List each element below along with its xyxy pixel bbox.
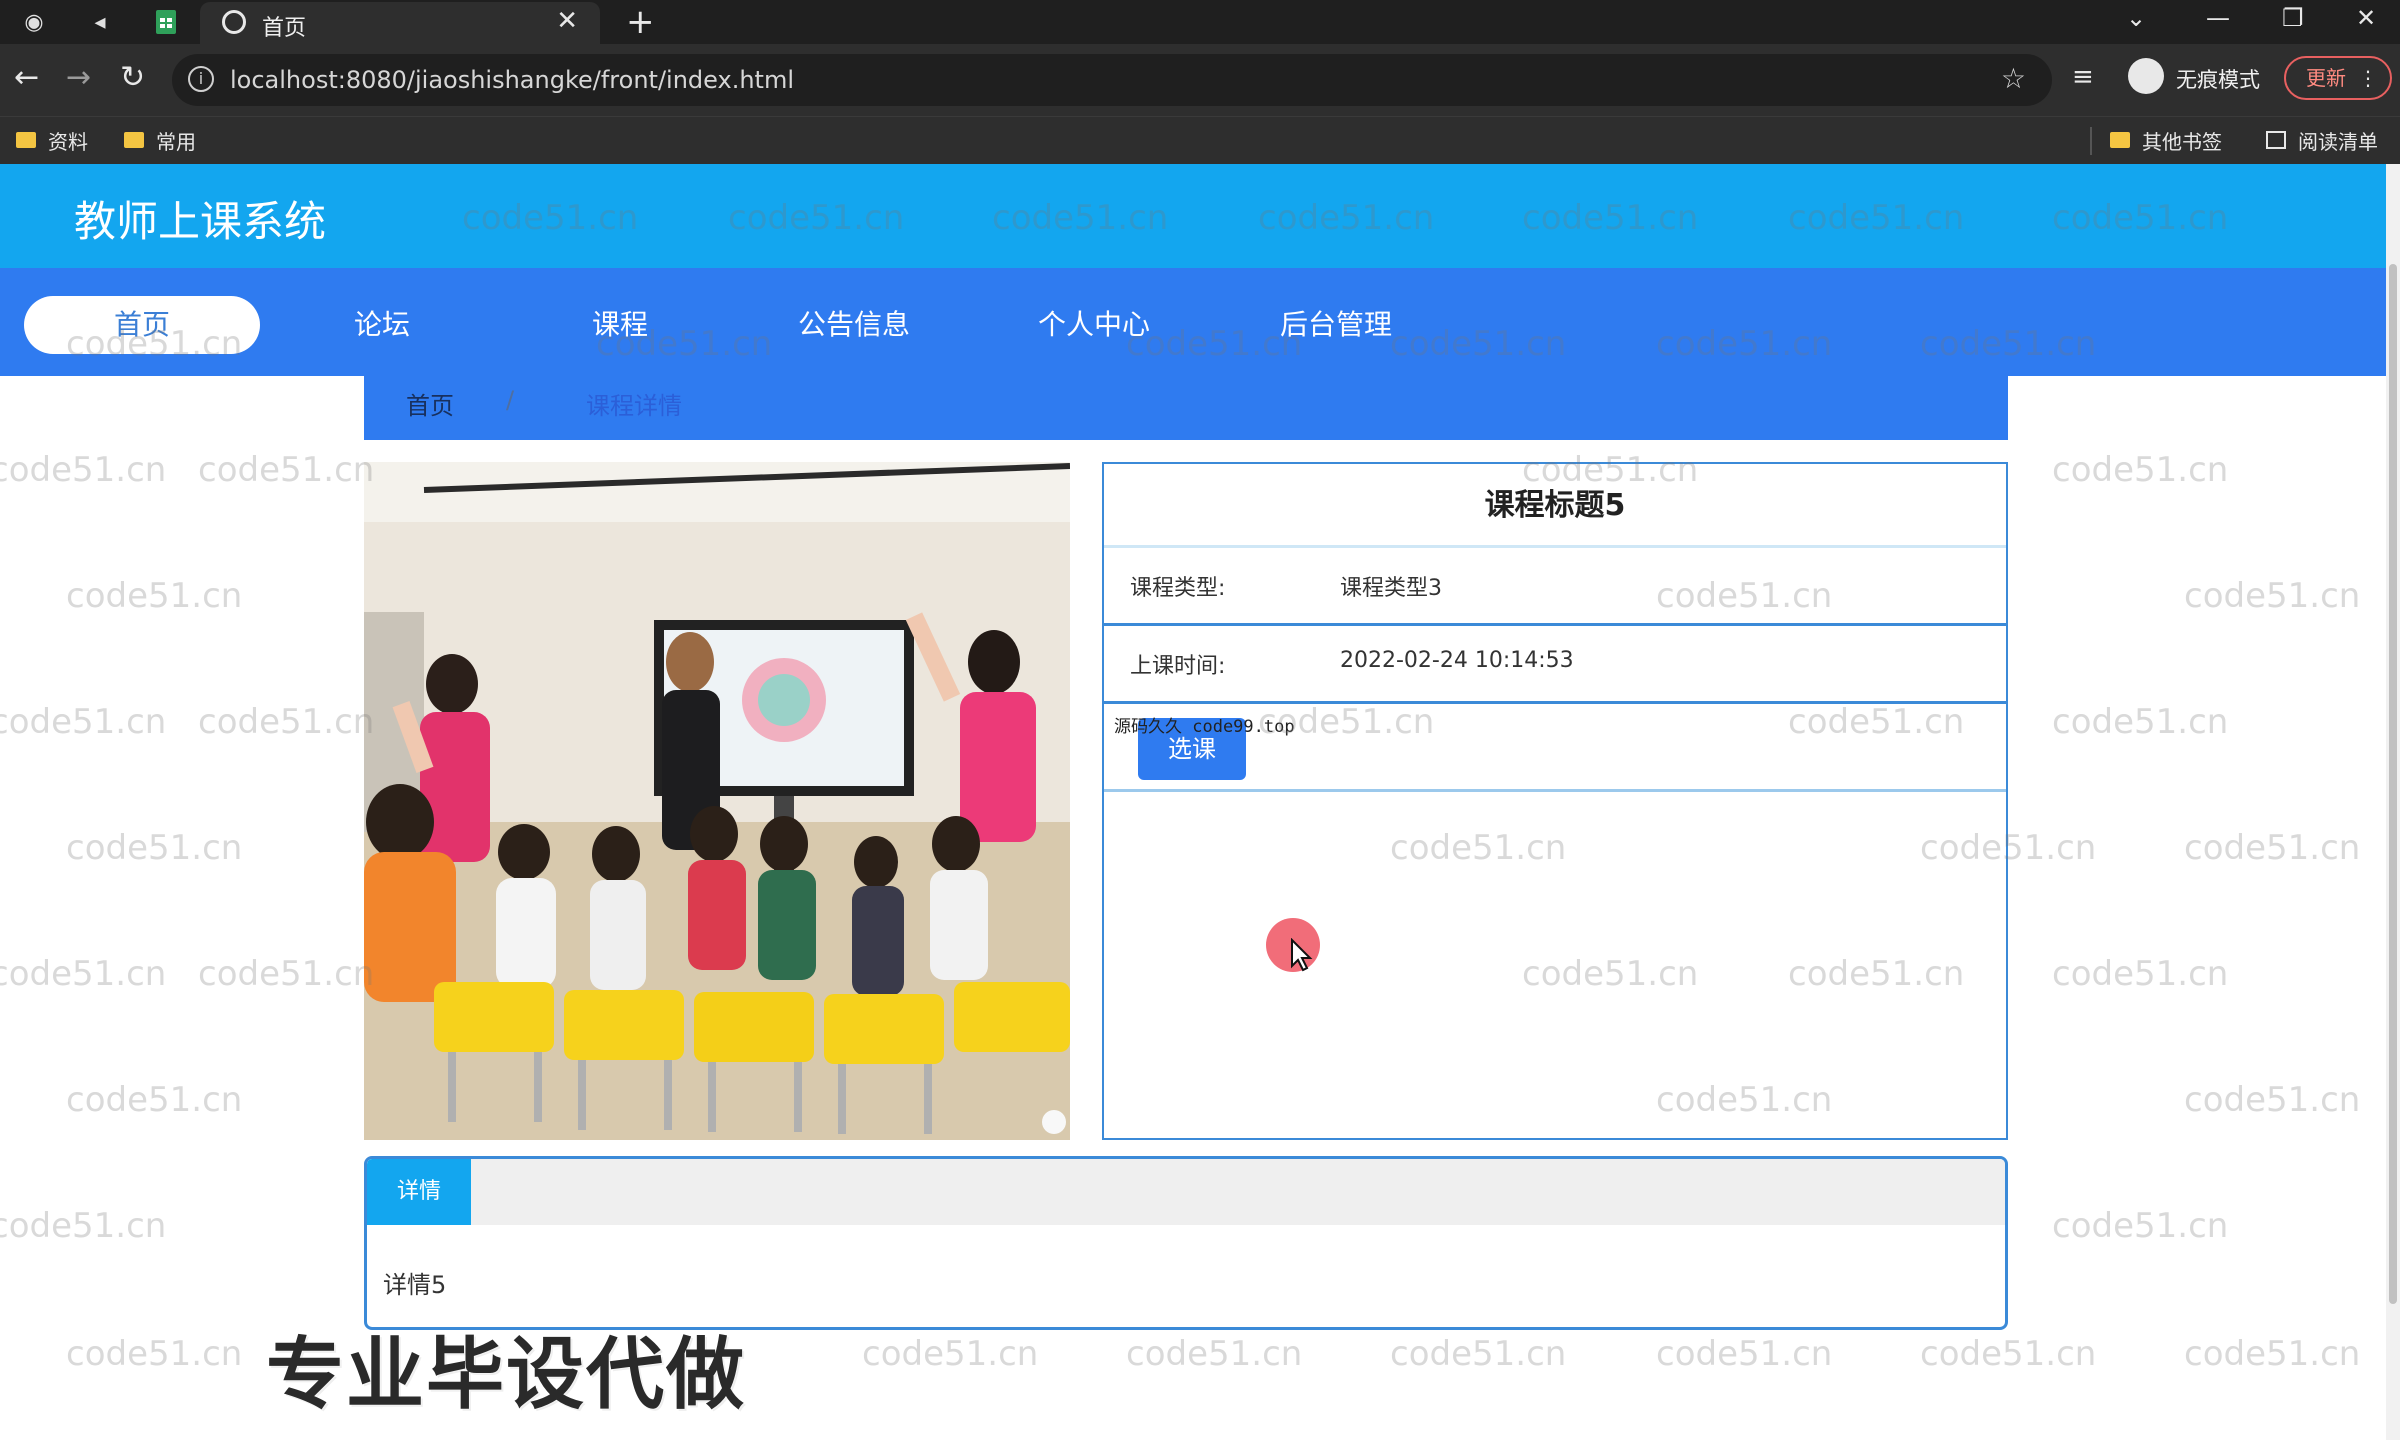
bookmarks-divider	[2090, 127, 2092, 155]
folder-icon	[124, 132, 144, 148]
watermark: code51.cn	[2184, 828, 2361, 868]
watermark: code51.cn	[0, 954, 167, 994]
course-image	[364, 462, 1070, 1140]
watermark: code51.cn	[0, 702, 167, 742]
close-window-icon[interactable]: ✕	[2356, 4, 2376, 32]
tab-search-icon[interactable]: ⌄	[2126, 4, 2146, 32]
watermark: code51.cn	[2052, 954, 2229, 994]
watermark: code51.cn	[862, 1334, 1039, 1374]
source-note: 源码久久 code99.top	[1114, 717, 1295, 737]
course-type-label: 课程类型:	[1130, 576, 1226, 601]
breadcrumb-separator: /	[506, 386, 515, 414]
address-bar-row: ← → ↻ i localhost:8080/jiaoshishangke/fr…	[0, 44, 2400, 116]
close-tab-icon[interactable]: ✕	[556, 6, 578, 36]
bookmark-star-icon[interactable]: ☆	[2001, 62, 2026, 95]
watermark: code51.cn	[1656, 1334, 1833, 1374]
scrollbar-thumb[interactable]	[2389, 264, 2397, 1304]
nav-admin[interactable]: 后台管理	[1278, 296, 1394, 354]
folder-icon	[2110, 132, 2130, 148]
watermark: code51.cn	[1126, 1334, 1303, 1374]
site-header: 教师上课系统	[0, 164, 2386, 268]
update-button[interactable]: 更新 ⋮	[2284, 56, 2392, 100]
bookmark-folder-ziliao[interactable]: 资料	[16, 125, 88, 155]
site-title: 教师上课系统	[74, 197, 327, 246]
more-menu-icon[interactable]: ⋮	[2358, 58, 2378, 98]
reading-list-label: 阅读清单	[2298, 129, 2378, 154]
mute-tab-icon[interactable]: ◂	[86, 8, 114, 36]
watermark: code51.cn	[198, 702, 375, 742]
restore-icon[interactable]: ❐	[2282, 4, 2304, 32]
watermark: code51.cn	[66, 576, 243, 616]
new-tab-icon[interactable]: +	[626, 2, 655, 42]
course-type-value: 课程类型3	[1340, 576, 1442, 601]
tab-title: 首页	[262, 16, 307, 41]
bookmarks-bar: 资料 常用 其他书签 阅读清单	[0, 116, 2400, 164]
incognito-label[interactable]: 无痕模式	[2176, 64, 2260, 94]
url-text[interactable]: localhost:8080/jiaoshishangke/front/inde…	[230, 66, 794, 94]
nav-announcements[interactable]: 公告信息	[796, 296, 912, 354]
detail-content: 详情5	[383, 1271, 447, 1299]
reading-mode-icon[interactable]: ≡	[2072, 62, 2094, 92]
minimize-icon[interactable]: —	[2206, 4, 2230, 32]
forward-icon[interactable]: →	[66, 60, 91, 95]
breadcrumb: 首页 / 课程详情	[364, 376, 2008, 440]
browser-tab-bar: ◉ ◂ 首页 ✕ + ⌄ — ❐ ✕	[0, 0, 2400, 44]
watermark: code51.cn	[1390, 1334, 1567, 1374]
watermark: code51.cn	[198, 954, 375, 994]
course-type-row: 课程类型: 课程类型3	[1104, 548, 2006, 626]
reading-list[interactable]: 阅读清单	[2266, 125, 2378, 155]
watermark: code51.cn	[2184, 1080, 2361, 1120]
main-nav: 首页 论坛 课程 公告信息 个人中心 后台管理	[0, 268, 2386, 376]
watermark: code51.cn	[2184, 576, 2361, 616]
promo-overlay-text: 专业毕设代做	[266, 1330, 747, 1420]
watermark: code51.cn	[1920, 1334, 2097, 1374]
watermark: code51.cn	[2184, 1334, 2361, 1374]
page-scrollbar[interactable]	[2386, 164, 2400, 1440]
back-icon[interactable]: ←	[14, 60, 39, 95]
course-time-row: 上课时间: 2022-02-24 10:14:53	[1104, 626, 2006, 704]
active-browser-tab[interactable]: 首页 ✕	[200, 2, 600, 44]
site-info-icon[interactable]: i	[188, 66, 214, 92]
nav-personal-center[interactable]: 个人中心	[1036, 296, 1152, 354]
omnibox[interactable]: i localhost:8080/jiaoshishangke/front/in…	[172, 54, 2052, 106]
reading-list-icon	[2266, 131, 2286, 149]
web-page: 教师上课系统 首页 论坛 课程 公告信息 个人中心 后台管理 首页 / 课程详情	[0, 164, 2386, 1440]
tab-detail[interactable]: 详情	[367, 1159, 471, 1225]
course-time-value: 2022-02-24 10:14:53	[1340, 648, 1574, 673]
nav-home[interactable]: 首页	[24, 296, 260, 354]
other-bookmarks-label: 其他书签	[2142, 129, 2222, 154]
mouse-cursor-icon	[1291, 938, 1313, 972]
breadcrumb-current: 课程详情	[586, 392, 682, 420]
course-info-panel: 课程标题5 课程类型: 课程类型3 上课时间: 2022-02-24 10:14…	[1102, 462, 2008, 1140]
watermark: code51.cn	[2052, 450, 2229, 490]
watermark: code51.cn	[2052, 702, 2229, 742]
incognito-icon[interactable]	[2128, 58, 2164, 94]
course-title: 课程标题5	[1104, 464, 2006, 548]
reload-icon[interactable]: ↻	[120, 60, 145, 95]
detail-tabs: 详情	[367, 1159, 2005, 1225]
update-label: 更新	[2306, 66, 2346, 90]
bookmark-label: 资料	[48, 129, 88, 154]
nav-courses[interactable]: 课程	[590, 296, 650, 354]
watermark: code51.cn	[0, 450, 167, 490]
watermark: code51.cn	[2052, 1206, 2229, 1246]
bookmark-folder-changyong[interactable]: 常用	[124, 125, 196, 155]
watermark: code51.cn	[66, 1334, 243, 1374]
course-time-label: 上课时间:	[1130, 654, 1226, 679]
watermark: code51.cn	[66, 828, 243, 868]
watermark: code51.cn	[66, 1080, 243, 1120]
watermark: code51.cn	[198, 450, 375, 490]
sheets-tab-icon[interactable]	[152, 8, 180, 36]
bookmark-label: 常用	[156, 129, 196, 154]
other-bookmarks[interactable]: 其他书签	[2110, 125, 2222, 155]
detail-section: 详情 详情5	[364, 1156, 2008, 1330]
browser-menu-icon[interactable]: ◉	[20, 8, 48, 36]
folder-icon	[16, 132, 36, 148]
course-action-row: 选课 源码久久 code99.top	[1104, 704, 2006, 792]
watermark: code51.cn	[0, 1206, 167, 1246]
nav-forum[interactable]: 论坛	[352, 296, 412, 354]
globe-icon	[222, 10, 246, 34]
breadcrumb-home[interactable]: 首页	[406, 386, 454, 421]
